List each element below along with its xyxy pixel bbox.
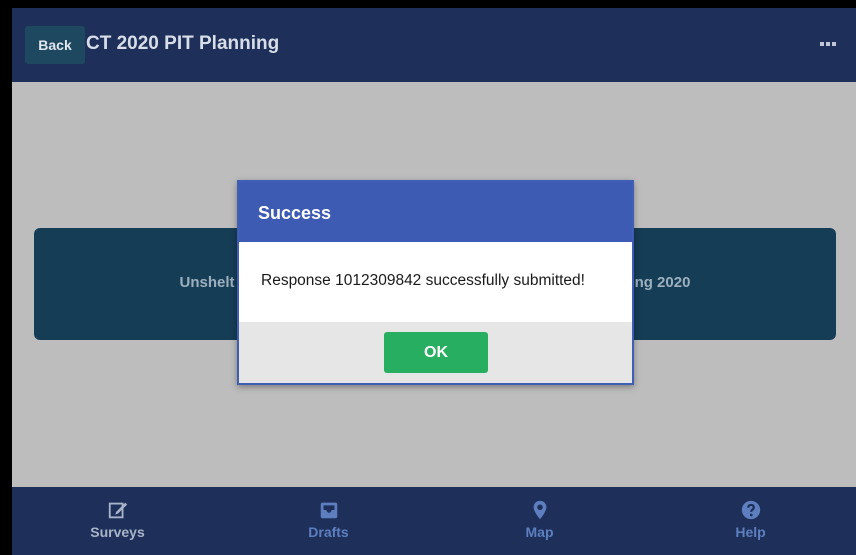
- nav-label-map: Map: [525, 524, 554, 540]
- dialog-title: Success: [258, 203, 332, 223]
- dialog-message: Response 1012309842 successfully submitt…: [261, 272, 585, 289]
- dialog-body: Response 1012309842 successfully submitt…: [239, 242, 632, 322]
- success-dialog: Success Response 1012309842 successfully…: [237, 180, 634, 385]
- nav-label-drafts: Drafts: [308, 524, 349, 540]
- bottom-nav: Surveys Drafts Map Help: [12, 487, 856, 555]
- inbox-icon: [320, 502, 337, 519]
- app-screen: Back CT 2020 PIT Planning Unshelt ng 2020…: [12, 8, 856, 555]
- map-pin-icon: [533, 500, 546, 520]
- nav-item-surveys[interactable]: Surveys: [12, 487, 223, 555]
- dialog-footer: OK: [239, 322, 632, 383]
- dialog-header: Success: [239, 182, 632, 242]
- nav-item-drafts[interactable]: Drafts: [223, 487, 434, 555]
- nav-item-map[interactable]: Map: [434, 487, 645, 555]
- nav-label-surveys: Surveys: [90, 524, 145, 540]
- help-icon: [741, 500, 760, 520]
- nav-item-help[interactable]: Help: [645, 487, 856, 555]
- ok-button[interactable]: OK: [384, 332, 488, 373]
- edit-icon: [108, 502, 127, 519]
- nav-label-help: Help: [735, 524, 766, 540]
